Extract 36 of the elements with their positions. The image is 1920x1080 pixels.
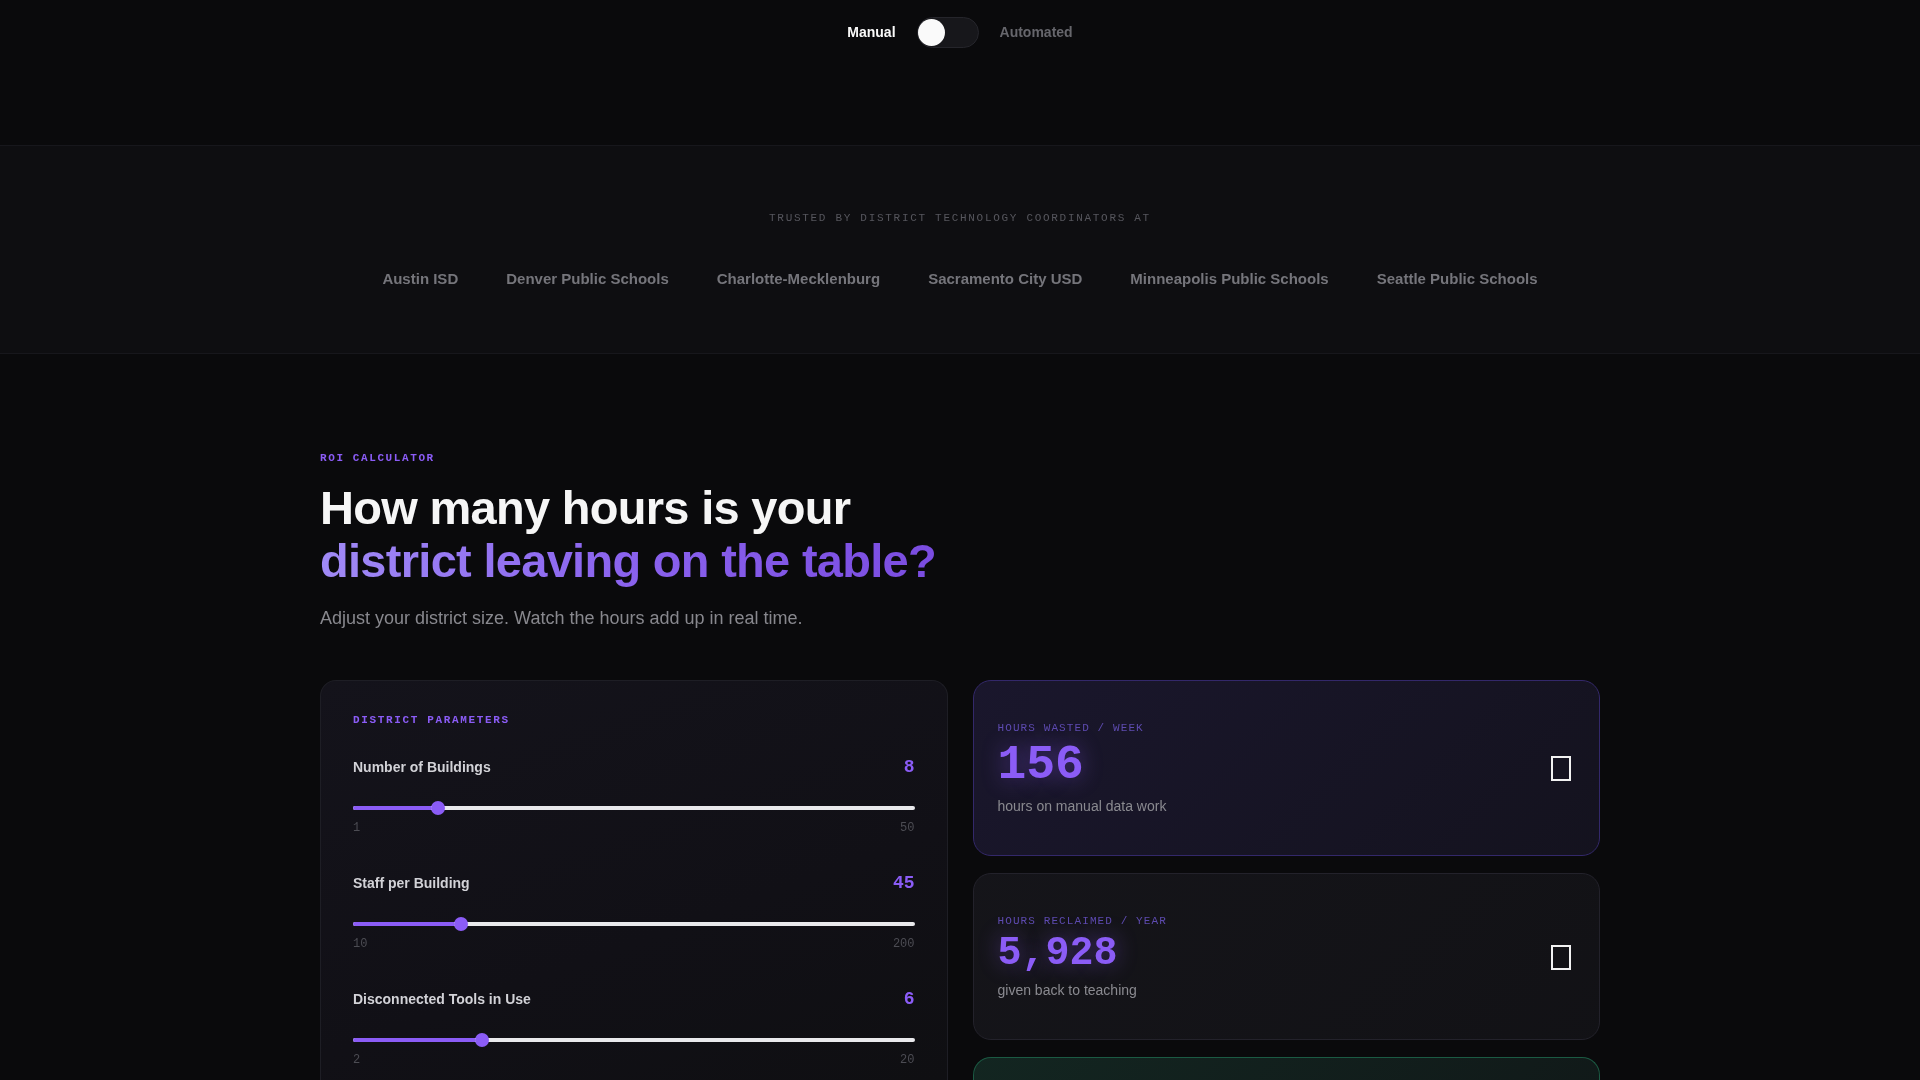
param-value: 6 [903,988,915,1010]
district-name: Austin ISD [382,270,459,288]
range-max-label: 50 [900,821,915,835]
trusted-caption: TRUSTED BY DISTRICT TECHNOLOGY COORDINATORS AT [769,211,1151,225]
mode-switch[interactable] [916,17,979,48]
param-value: 8 [903,756,915,778]
slider-thumb[interactable] [453,917,468,931]
metric-label: HOURS WASTED / WEEK [997,721,1145,735]
slider-thumb[interactable] [474,1033,489,1047]
section-eyebrow: ROI CALCULATOR [320,451,435,465]
metric-caption: hours on manual data work [997,797,1167,816]
district-name: Sacramento City USD [928,270,1083,288]
district-name: Charlotte-Mecklenburg [716,270,881,288]
district-name: Seattle Public Schools [1376,270,1538,288]
missing-glyph-icon [1551,944,1571,970]
mode-option[interactable]: Manual [847,17,896,48]
param-label: Number of Buildings [353,758,491,777]
range-max-label: 20 [900,1053,915,1067]
district-name: Minneapolis Public Schools [1130,270,1329,288]
district-name: Denver Public Schools [506,270,669,288]
range-min-label: 1 [353,821,361,835]
metric-caption: given back to teaching [997,981,1138,1000]
range-max-label: 200 [892,937,915,951]
range-min-label: 2 [353,1053,361,1067]
metric-label: HOURS RECLAIMED / YEAR [997,914,1167,928]
param-label: Disconnected Tools in Use [353,990,531,1009]
range-min-label: 10 [353,937,368,951]
param-label: Staff per Building [353,874,470,893]
missing-glyph-icon [1551,756,1571,781]
metric-value: 156 [997,739,1084,792]
section-subtitle: Adjust your district size. Watch the hours add up in real time. [320,607,803,630]
metric-value: 5,928 [997,932,1118,976]
param-value: 45 [892,872,915,894]
panel-title: DISTRICT PARAMETERS [353,713,510,727]
switch-knob[interactable] [917,19,945,46]
slider-thumb[interactable] [431,801,446,815]
